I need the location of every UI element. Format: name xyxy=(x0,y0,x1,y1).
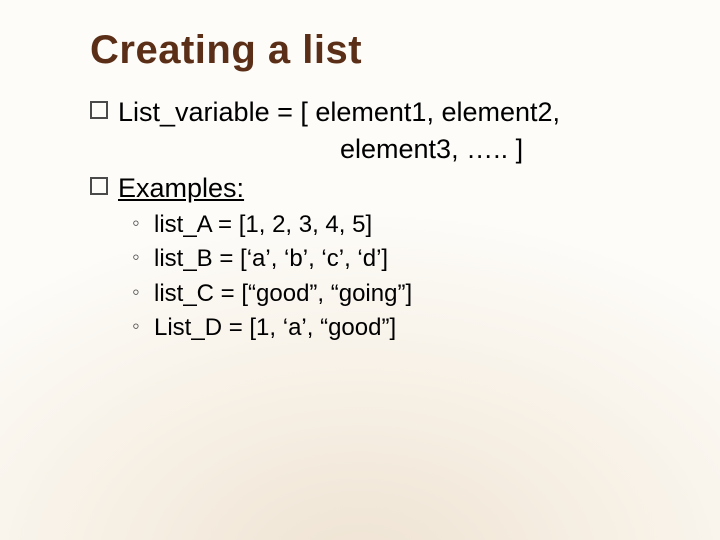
syntax-rest: = [ element1, element2, xyxy=(270,97,560,127)
syntax-line: List_variable = [ element1, element2, xyxy=(90,95,660,130)
slide: Creating a list List_variable = [ elemen… xyxy=(0,0,720,540)
example-item: list_C = [“good”, “going”] xyxy=(90,278,660,309)
square-bullet-icon xyxy=(90,101,108,119)
example-item: List_D = [1, ‘a’, “good”] xyxy=(90,312,660,343)
example-item: list_A = [1, 2, 3, 4, 5] xyxy=(90,209,660,240)
slide-title: Creating a list xyxy=(90,28,660,73)
examples-heading: Examples: xyxy=(90,171,660,206)
syntax-variable: List_variable xyxy=(118,97,270,127)
slide-body: List_variable = [ element1, element2, el… xyxy=(90,95,660,343)
square-bullet-icon xyxy=(90,177,108,195)
examples-label: Examples: xyxy=(118,173,244,203)
example-item: list_B = [‘a’, ‘b’, ‘c’, ‘d’] xyxy=(90,243,660,274)
syntax-continuation: element3, ….. ] xyxy=(90,132,660,167)
